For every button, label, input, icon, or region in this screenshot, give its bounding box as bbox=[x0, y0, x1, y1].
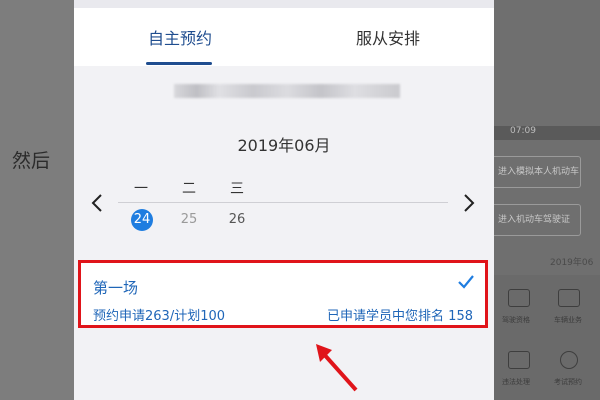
background-then-text: 然后 bbox=[12, 150, 51, 172]
background-wheel-icon bbox=[560, 351, 578, 369]
background-icon-label-4: 考试预约 bbox=[554, 378, 582, 386]
day-24-selected[interactable]: 24 bbox=[131, 209, 153, 231]
day-26[interactable]: 26 bbox=[226, 209, 248, 231]
background-icon-grid: 驾驶资格 车辆业务 违法处理 考试预约 bbox=[494, 275, 600, 400]
background-icon-label-2: 车辆业务 bbox=[554, 316, 582, 324]
background-date: 2019年06 bbox=[550, 258, 594, 268]
checkmark-icon bbox=[457, 273, 475, 296]
weekday-label: 一 bbox=[134, 181, 148, 197]
calendar: 2019年06月 一 二 三 24 25 26 bbox=[74, 114, 494, 256]
tab-self-booking[interactable]: 自主预约 bbox=[110, 8, 250, 66]
calendar-divider bbox=[118, 202, 448, 203]
weekday-label: 三 bbox=[230, 181, 244, 197]
chevron-left-icon[interactable] bbox=[90, 192, 104, 219]
session-rank: 已申请学员中您排名 158 bbox=[327, 309, 473, 324]
red-arrow-annotation-icon bbox=[316, 344, 358, 392]
background-time: 07:09 bbox=[510, 126, 536, 136]
active-tab-indicator bbox=[146, 62, 212, 65]
background-car-icon bbox=[508, 289, 530, 307]
booking-panel: 自主预约 服从安排 2019年06月 一 二 三 24 25 26 第一场 预约… bbox=[74, 0, 494, 400]
weekday-label: 二 bbox=[182, 181, 196, 197]
session-title: 第一场 bbox=[93, 279, 139, 297]
chevron-right-icon[interactable] bbox=[462, 192, 476, 219]
top-strip bbox=[74, 0, 494, 8]
background-doc-icon bbox=[508, 351, 530, 369]
background-status-bar: 07:09 bbox=[494, 126, 600, 140]
background-icon-label-1: 驾驶资格 bbox=[502, 316, 530, 324]
blurred-text bbox=[174, 84, 400, 98]
background-button-2: 进入机动车驾驶证 bbox=[494, 204, 581, 236]
day-25[interactable]: 25 bbox=[178, 209, 200, 231]
background-button-1: 进入模拟本人机动车 bbox=[494, 156, 581, 188]
background-icon-label-3: 违法处理 bbox=[502, 378, 530, 386]
background-id-icon bbox=[558, 289, 580, 307]
background-right-area: 07:09 进入模拟本人机动车 进入机动车驾驶证 2019年06 驾驶资格 车辆… bbox=[494, 0, 600, 400]
bottom-empty-area bbox=[74, 330, 494, 400]
blurred-info-row bbox=[74, 66, 494, 114]
session-application-stats: 预约申请263/计划100 bbox=[93, 309, 226, 324]
session-card-first[interactable]: 第一场 预约申请263/计划100 已申请学员中您排名 158 bbox=[78, 260, 488, 328]
tab-bar: 自主预约 服从安排 bbox=[74, 8, 494, 66]
background-left-area: 然后 bbox=[0, 0, 74, 400]
tab-follow-arrangement[interactable]: 服从安排 bbox=[318, 8, 458, 66]
month-title: 2019年06月 bbox=[237, 136, 331, 155]
